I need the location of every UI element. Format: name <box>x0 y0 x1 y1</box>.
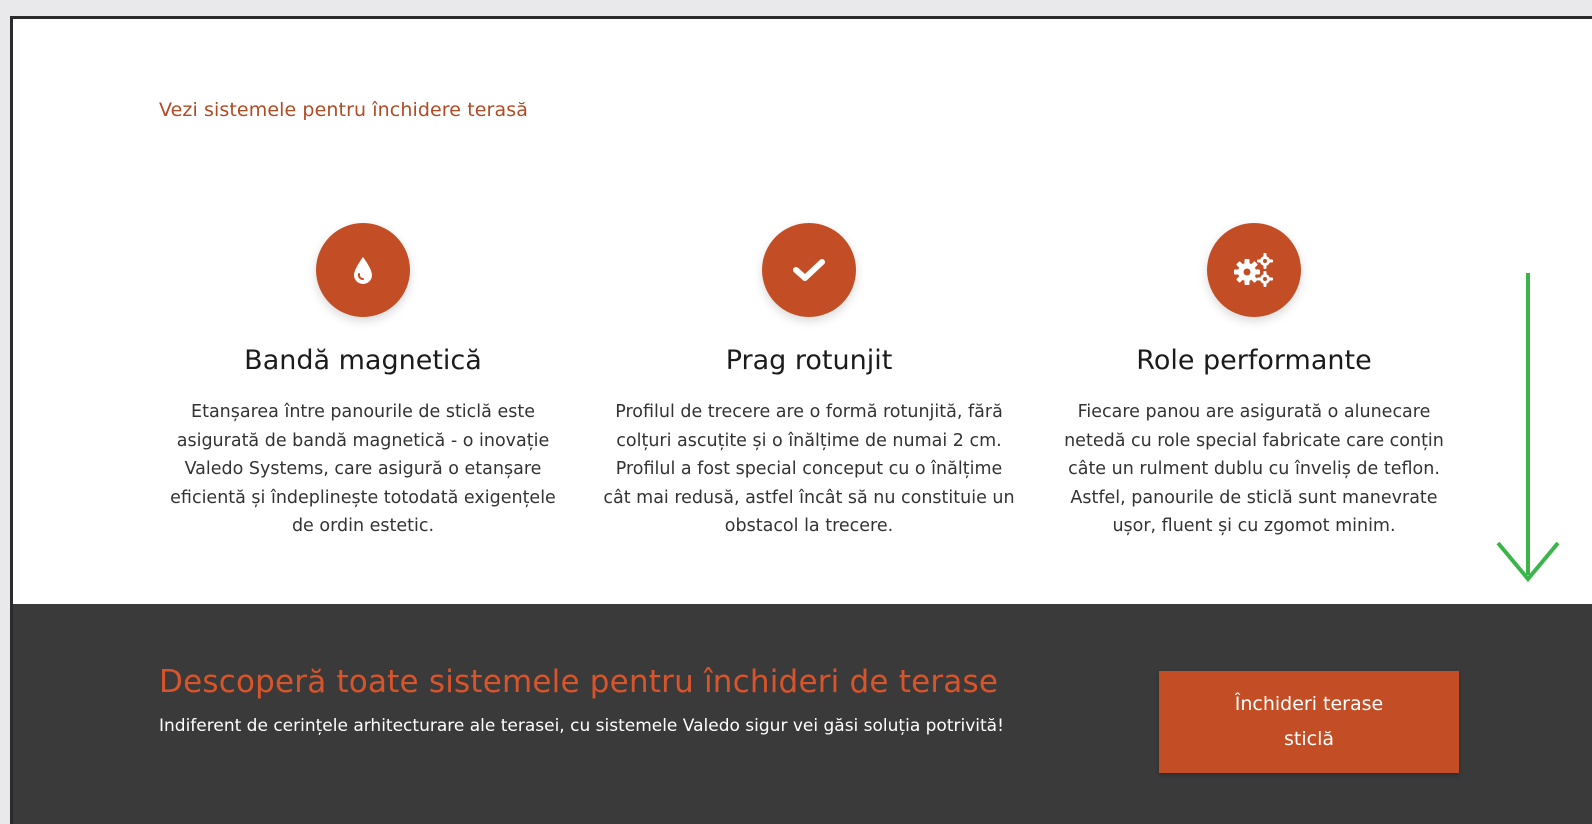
feature-description: Fiecare panou are asigurată o alunecare … <box>1064 402 1444 536</box>
feature-performance-rollers: Role performante Fiecare panou are asigu… <box>1044 223 1464 541</box>
feature-title: Bandă magnetică <box>244 345 482 376</box>
gears-icon <box>1207 223 1301 317</box>
glass-terrace-enclosures-button[interactable]: Închideri terase sticlă <box>1159 671 1459 773</box>
terrace-systems-link[interactable]: Vezi sistemele pentru închidere terasă <box>159 99 528 121</box>
check-icon <box>762 223 856 317</box>
cta-subtext: Indiferent de cerințele arhitecturare al… <box>159 716 1004 736</box>
down-arrow-icon <box>1496 273 1560 583</box>
drop-icon <box>316 223 410 317</box>
cta-heading: Descoperă toate sistemele pentru închide… <box>159 664 999 700</box>
page-frame: Vezi sistemele pentru închidere terasă B… <box>10 16 1592 824</box>
feature-title: Prag rotunjit <box>725 345 893 376</box>
feature-description: Etanșarea între panourile de sticlă este… <box>170 402 556 536</box>
feature-title: Role performante <box>1136 345 1372 376</box>
feature-rounded-threshold: Prag rotunjit Profilul de trecere are o … <box>599 223 1019 541</box>
feature-description: Profilul de trecere are o formă rotunjit… <box>603 402 1015 536</box>
cta-banner: Descoperă toate sistemele pentru închide… <box>13 604 1592 824</box>
feature-magnetic-band: Bandă magnetică Etanșarea între panouril… <box>153 223 573 541</box>
